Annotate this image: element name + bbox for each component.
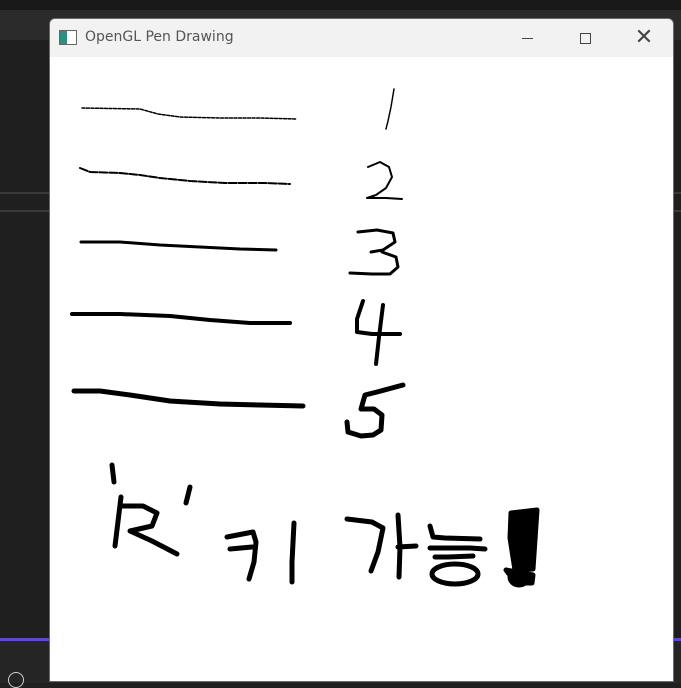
stroke-width-1 xyxy=(81,107,298,120)
handwritten-digit-1 xyxy=(385,88,395,130)
stroke-width-5 xyxy=(71,388,306,409)
handwritten-digit-3 xyxy=(348,228,400,276)
stroke-width-2 xyxy=(79,167,291,185)
maximize-icon xyxy=(579,32,591,44)
maximize-button[interactable] xyxy=(556,19,614,57)
title-bar[interactable]: OpenGL Pen Drawing ✕ xyxy=(50,19,673,57)
pen-strokes xyxy=(70,88,540,588)
close-button[interactable]: ✕ xyxy=(615,19,673,57)
stroke-width-3 xyxy=(79,240,278,252)
handwritten-message xyxy=(109,462,540,588)
opengl-app-icon[interactable] xyxy=(59,30,77,45)
handwritten-digit-5 xyxy=(344,382,406,439)
window-title: OpenGL Pen Drawing xyxy=(85,29,234,45)
opengl-pen-drawing-window[interactable]: OpenGL Pen Drawing ✕ xyxy=(49,18,674,682)
desktop-top-strip xyxy=(0,0,681,10)
minimize-button[interactable] xyxy=(498,19,556,57)
handwritten-digit-2 xyxy=(366,161,403,200)
handwritten-digit-4 xyxy=(355,299,402,366)
drawing-canvas[interactable] xyxy=(50,57,673,681)
close-icon: ✕ xyxy=(634,25,654,50)
minimize-icon xyxy=(521,37,533,39)
clock-icon[interactable] xyxy=(8,672,24,688)
stroke-width-4 xyxy=(70,312,292,325)
